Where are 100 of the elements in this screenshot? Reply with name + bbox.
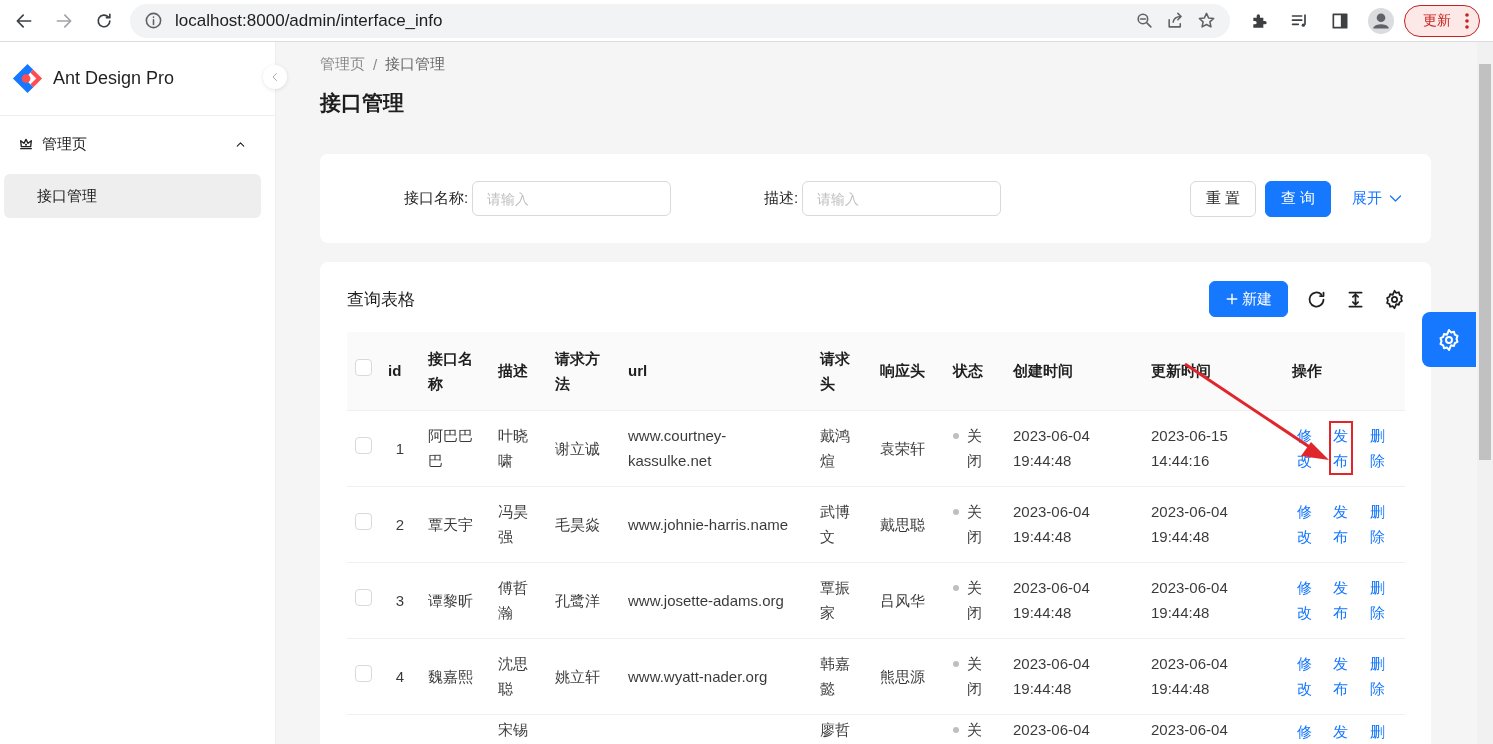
page-title: 接口管理 bbox=[320, 90, 405, 116]
update-button[interactable]: 更新 bbox=[1404, 4, 1480, 37]
action-link[interactable]: 发 bbox=[1328, 716, 1353, 744]
info-icon bbox=[144, 11, 163, 30]
logo-text: Ant Design Pro bbox=[53, 68, 175, 89]
action-link[interactable]: 删除 bbox=[1365, 497, 1390, 551]
address-bar[interactable]: localhost:8000/admin/interface_info bbox=[130, 3, 1230, 38]
table-cell: 覃天宇 bbox=[420, 486, 490, 562]
table-cell: www.johnie-harris.name bbox=[620, 486, 812, 562]
row-checkbox[interactable] bbox=[355, 588, 372, 606]
search-field[interactable]: 请输入 bbox=[472, 181, 672, 216]
column-header: id bbox=[380, 332, 420, 410]
table-cell: 2023-06-04 19:44:48 bbox=[1143, 486, 1284, 562]
url-text[interactable]: localhost:8000/admin/interface_info bbox=[175, 10, 443, 31]
table-cell: 沈思聪 bbox=[490, 638, 547, 714]
table-cell: 2023-06-04 19:44:48 bbox=[1005, 410, 1143, 486]
menu-item[interactable]: 接口管理 bbox=[4, 174, 261, 218]
table-cell: 阿巴巴巴 bbox=[420, 410, 490, 486]
status-text: 关闭 bbox=[967, 426, 983, 471]
table-cell: 4 bbox=[380, 638, 420, 714]
table-cell: 冯昊强 bbox=[490, 486, 547, 562]
column-header: 接口名称 bbox=[420, 332, 490, 410]
table-cell: 2 bbox=[380, 486, 420, 562]
table-cell: 2023-06-04 19:44:48 bbox=[1005, 486, 1143, 562]
table-cell: 戴思聪 bbox=[872, 486, 945, 562]
table-cell: 2023-06-04 19:44:48 bbox=[1143, 638, 1284, 714]
table-cell: 1 bbox=[380, 410, 420, 486]
settings-button[interactable] bbox=[1422, 312, 1476, 367]
action-link[interactable]: 修改 bbox=[1292, 573, 1317, 627]
action-link[interactable]: 删除 bbox=[1365, 573, 1390, 627]
table-cell: 魏嘉熙 bbox=[420, 638, 490, 714]
table-cell: 韩嘉懿 bbox=[812, 638, 872, 714]
table-cell: 2023-06-04 19:44:48 bbox=[1005, 562, 1143, 638]
action-link[interactable]: 发布 bbox=[1328, 649, 1353, 703]
column-header: 请求方法 bbox=[547, 332, 620, 410]
star-icon[interactable] bbox=[1197, 11, 1216, 30]
settings-icon[interactable] bbox=[1384, 288, 1405, 310]
table-cell: 廖哲 bbox=[820, 720, 850, 738]
crown-icon bbox=[18, 136, 34, 152]
row-checkbox[interactable] bbox=[355, 436, 372, 454]
table-cell: 谭黎昕 bbox=[420, 562, 490, 638]
menu-group[interactable]: 管理页 bbox=[4, 116, 261, 172]
action-link[interactable]: 删 bbox=[1365, 716, 1390, 744]
expand-link[interactable]: 展开 bbox=[1352, 189, 1403, 208]
row-checkbox[interactable] bbox=[355, 512, 372, 530]
field-label: 接口名称: bbox=[404, 189, 469, 208]
table-cell: 吕风华 bbox=[872, 562, 945, 638]
action-link[interactable]: 删除 bbox=[1365, 421, 1390, 475]
breadcrumb-item[interactable]: 管理页 bbox=[320, 54, 365, 74]
breadcrumb-separator: / bbox=[373, 55, 378, 73]
highlighted-action-link[interactable]: 发布 bbox=[1328, 421, 1353, 475]
action-link[interactable]: 发布 bbox=[1328, 497, 1353, 551]
table-cell: 2023-06-15 14:44:16 bbox=[1143, 410, 1284, 486]
field-label: 描述: bbox=[764, 189, 799, 208]
scrollbar-thumb[interactable] bbox=[1479, 64, 1491, 460]
table-cell: www.courtney-kassulke.net bbox=[620, 410, 812, 486]
table-cell: 2023-06-04 bbox=[1013, 720, 1090, 738]
table-cell: 熊思源 bbox=[872, 638, 945, 714]
action-link[interactable]: 删除 bbox=[1365, 649, 1390, 703]
action-link[interactable]: 修 bbox=[1292, 716, 1317, 744]
search-field[interactable]: 请输入 bbox=[802, 181, 1002, 216]
table-cell: 谢立诚 bbox=[547, 410, 620, 486]
reset-button[interactable]: 重 置 bbox=[1189, 180, 1256, 217]
table-cell: www.wyatt-nader.org bbox=[620, 638, 812, 714]
table-cell: 袁荣轩 bbox=[872, 410, 945, 486]
table-cell: 姚立轩 bbox=[547, 638, 620, 714]
column-header: 响应头 bbox=[872, 332, 945, 410]
zoom-out-icon[interactable] bbox=[1135, 11, 1154, 30]
column-header: 描述 bbox=[490, 332, 547, 410]
column-header: 创建时间 bbox=[1005, 332, 1143, 410]
table-title: 查询表格 bbox=[347, 288, 416, 311]
action-link[interactable]: 修改 bbox=[1292, 649, 1317, 703]
action-link[interactable]: 发布 bbox=[1328, 573, 1353, 627]
plus-icon bbox=[1225, 292, 1239, 306]
table-cell: 傅哲瀚 bbox=[490, 562, 547, 638]
avatar-icon[interactable] bbox=[1368, 7, 1394, 34]
more-icon bbox=[1465, 12, 1469, 29]
table-cell: 武博文 bbox=[812, 486, 872, 562]
status-text: 关闭 bbox=[967, 502, 983, 547]
status-text: 关 bbox=[967, 719, 982, 740]
table-cell: 叶晓啸 bbox=[490, 410, 547, 486]
column-header: url bbox=[620, 332, 812, 410]
table-cell: 2023-06-04 19:44:48 bbox=[1005, 638, 1143, 714]
table-cell: 宋锡 bbox=[498, 720, 528, 738]
table-cell: 毛昊焱 bbox=[547, 486, 620, 562]
select-all-checkbox[interactable] bbox=[355, 359, 372, 377]
share-icon[interactable] bbox=[1166, 11, 1185, 30]
status-text: 关闭 bbox=[967, 654, 983, 699]
logo-icon bbox=[10, 61, 45, 96]
row-checkbox[interactable] bbox=[355, 664, 372, 682]
action-link[interactable]: 修改 bbox=[1292, 497, 1317, 551]
table-cell: 覃振家 bbox=[812, 562, 872, 638]
table-cell: 孔鹭洋 bbox=[547, 562, 620, 638]
status-text: 关闭 bbox=[967, 578, 983, 623]
new-button[interactable]: 新建 bbox=[1209, 281, 1288, 317]
query-button[interactable]: 查 询 bbox=[1264, 180, 1331, 217]
table-cell: 2023-06-04 19:44:48 bbox=[1143, 562, 1284, 638]
scrollbar[interactable] bbox=[1477, 42, 1493, 744]
table-cell: 2023-06-04 bbox=[1151, 720, 1228, 738]
breadcrumb-item[interactable]: 接口管理 bbox=[385, 54, 446, 74]
